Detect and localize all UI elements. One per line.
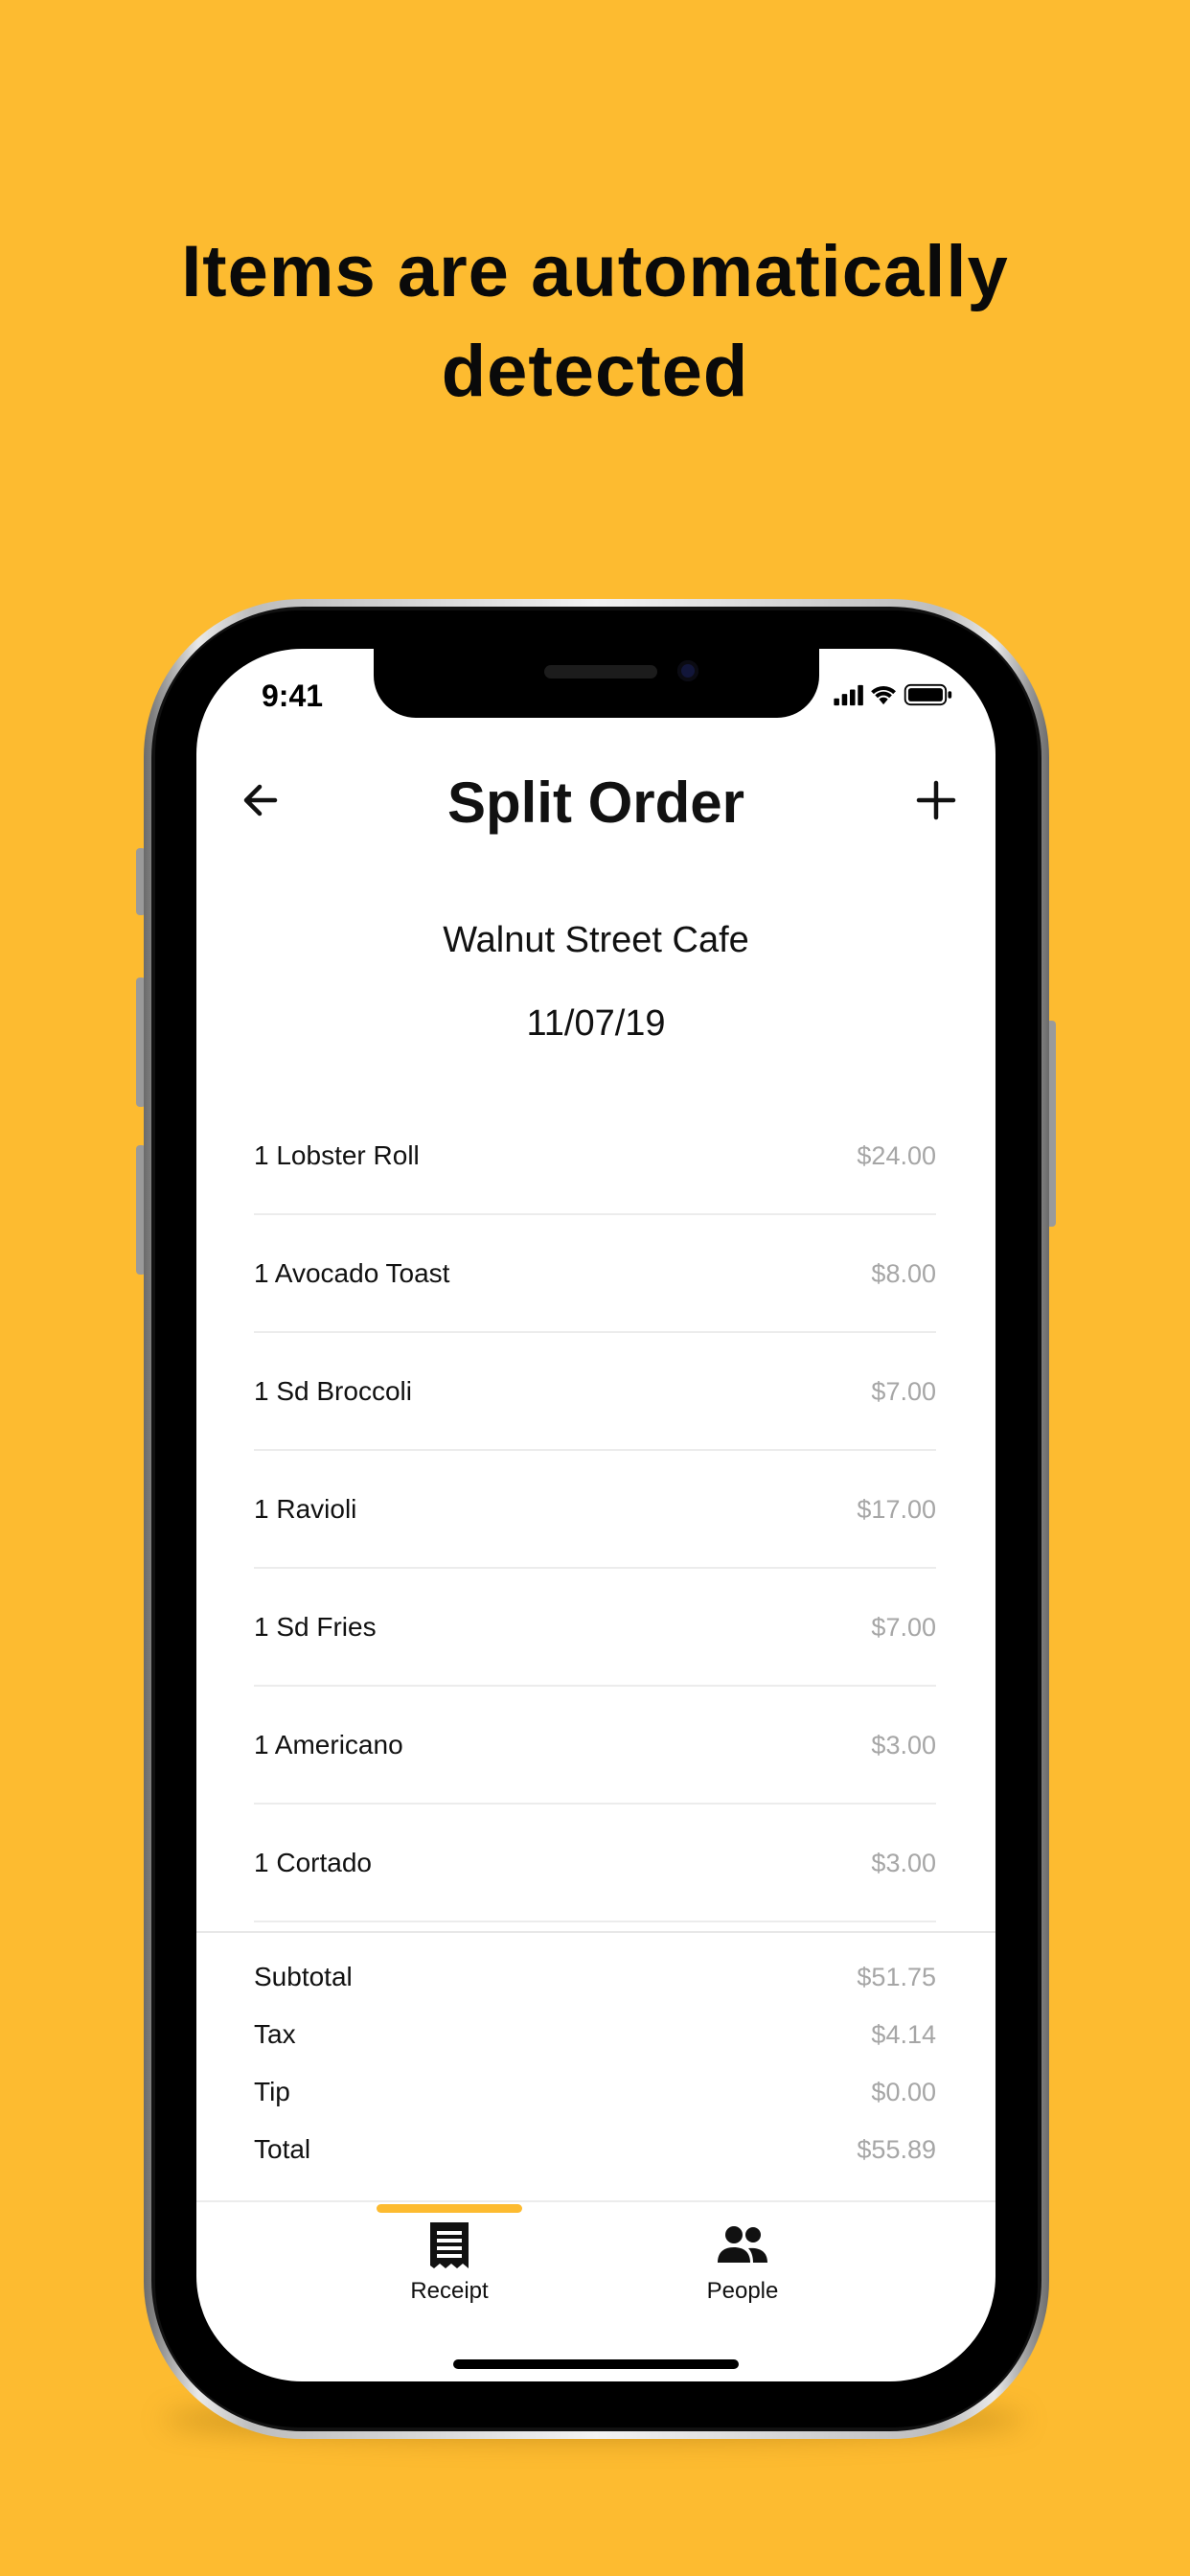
tab-receipt[interactable]: Receipt xyxy=(363,2220,536,2326)
item-price: $3.00 xyxy=(871,1731,936,1760)
receipt-item[interactable]: 1 Lobster Roll $24.00 xyxy=(254,1097,936,1215)
status-icons xyxy=(834,683,952,706)
tax-row: Tax $4.14 xyxy=(254,2006,936,2063)
totals-divider xyxy=(196,1931,995,1933)
item-name: 1 Cortado xyxy=(254,1848,372,1877)
plus-icon[interactable] xyxy=(907,771,965,829)
total-label: Tax xyxy=(254,2019,296,2049)
receipt-date: 11/07/19 xyxy=(526,1003,666,1044)
total-label: Subtotal xyxy=(254,1962,353,1991)
page-title: Split Order xyxy=(446,770,745,835)
tab-people[interactable]: People xyxy=(656,2220,829,2326)
signal-icon xyxy=(834,684,863,706)
active-tab-indicator xyxy=(377,2204,522,2213)
total-label: Tip xyxy=(254,2077,290,2106)
item-name: 1 Lobster Roll xyxy=(254,1140,420,1170)
total-value: $4.14 xyxy=(871,2020,936,2049)
home-indicator[interactable] xyxy=(453,2359,739,2369)
subtotal-row: Subtotal $51.75 xyxy=(254,1948,936,2006)
receipt-item[interactable]: 1 Americano $3.00 xyxy=(254,1687,936,1805)
item-price: $7.00 xyxy=(871,1377,936,1406)
wifi-icon xyxy=(871,686,896,705)
item-price: $7.00 xyxy=(871,1613,936,1642)
item-name: 1 Sd Fries xyxy=(254,1612,377,1642)
total-value: $0.00 xyxy=(871,2078,936,2106)
total-value: $51.75 xyxy=(857,1963,936,1991)
receipt-item[interactable]: 1 Ravioli $17.00 xyxy=(254,1451,936,1569)
tab-label: People xyxy=(706,2278,779,2304)
grand-total-row: Total $55.89 xyxy=(254,2121,936,2178)
status-time: 9:41 xyxy=(262,678,324,713)
tip-row[interactable]: Tip $0.00 xyxy=(254,2063,936,2121)
item-name: 1 Sd Broccoli xyxy=(254,1376,412,1406)
tabbar-divider xyxy=(196,2200,995,2202)
item-price: $3.00 xyxy=(871,1849,936,1877)
tab-label: Receipt xyxy=(410,2278,489,2304)
marketing-headline: Items are automatically detected xyxy=(0,222,1190,422)
receipt-icon xyxy=(430,2222,469,2268)
phone-screen: 9:41 Split Order Walnut Street Cafe 11/0… xyxy=(196,649,995,2381)
notch xyxy=(374,649,819,718)
restaurant-name: Walnut Street Cafe xyxy=(443,920,749,960)
item-price: $24.00 xyxy=(857,1141,936,1170)
receipt-item[interactable]: 1 Sd Fries $7.00 xyxy=(254,1569,936,1687)
totals-section: Subtotal $51.75 Tax $4.14 Tip $0.00 Tota… xyxy=(254,1948,936,2178)
people-icon xyxy=(718,2226,767,2263)
total-value: $55.89 xyxy=(857,2135,936,2164)
nav-bar: Split Order xyxy=(196,754,995,850)
headline-line-2: detected xyxy=(441,331,749,412)
total-label: Total xyxy=(254,2134,311,2164)
receipt-item[interactable]: 1 Avocado Toast $8.00 xyxy=(254,1215,936,1333)
receipt-item[interactable]: 1 Sd Broccoli $7.00 xyxy=(254,1333,936,1451)
battery-icon xyxy=(904,683,952,706)
receipt-item[interactable]: 1 Cortado $3.00 xyxy=(254,1805,936,1922)
front-camera xyxy=(677,660,698,681)
item-name: 1 Americano xyxy=(254,1730,403,1760)
receipt-items-list: 1 Lobster Roll $24.00 1 Avocado Toast $8… xyxy=(254,1097,936,1922)
item-price: $17.00 xyxy=(857,1495,936,1524)
item-price: $8.00 xyxy=(871,1259,936,1288)
speaker-grille xyxy=(544,665,657,678)
item-name: 1 Avocado Toast xyxy=(254,1258,450,1288)
item-name: 1 Ravioli xyxy=(254,1494,357,1524)
headline-line-1: Items are automatically xyxy=(181,231,1009,312)
